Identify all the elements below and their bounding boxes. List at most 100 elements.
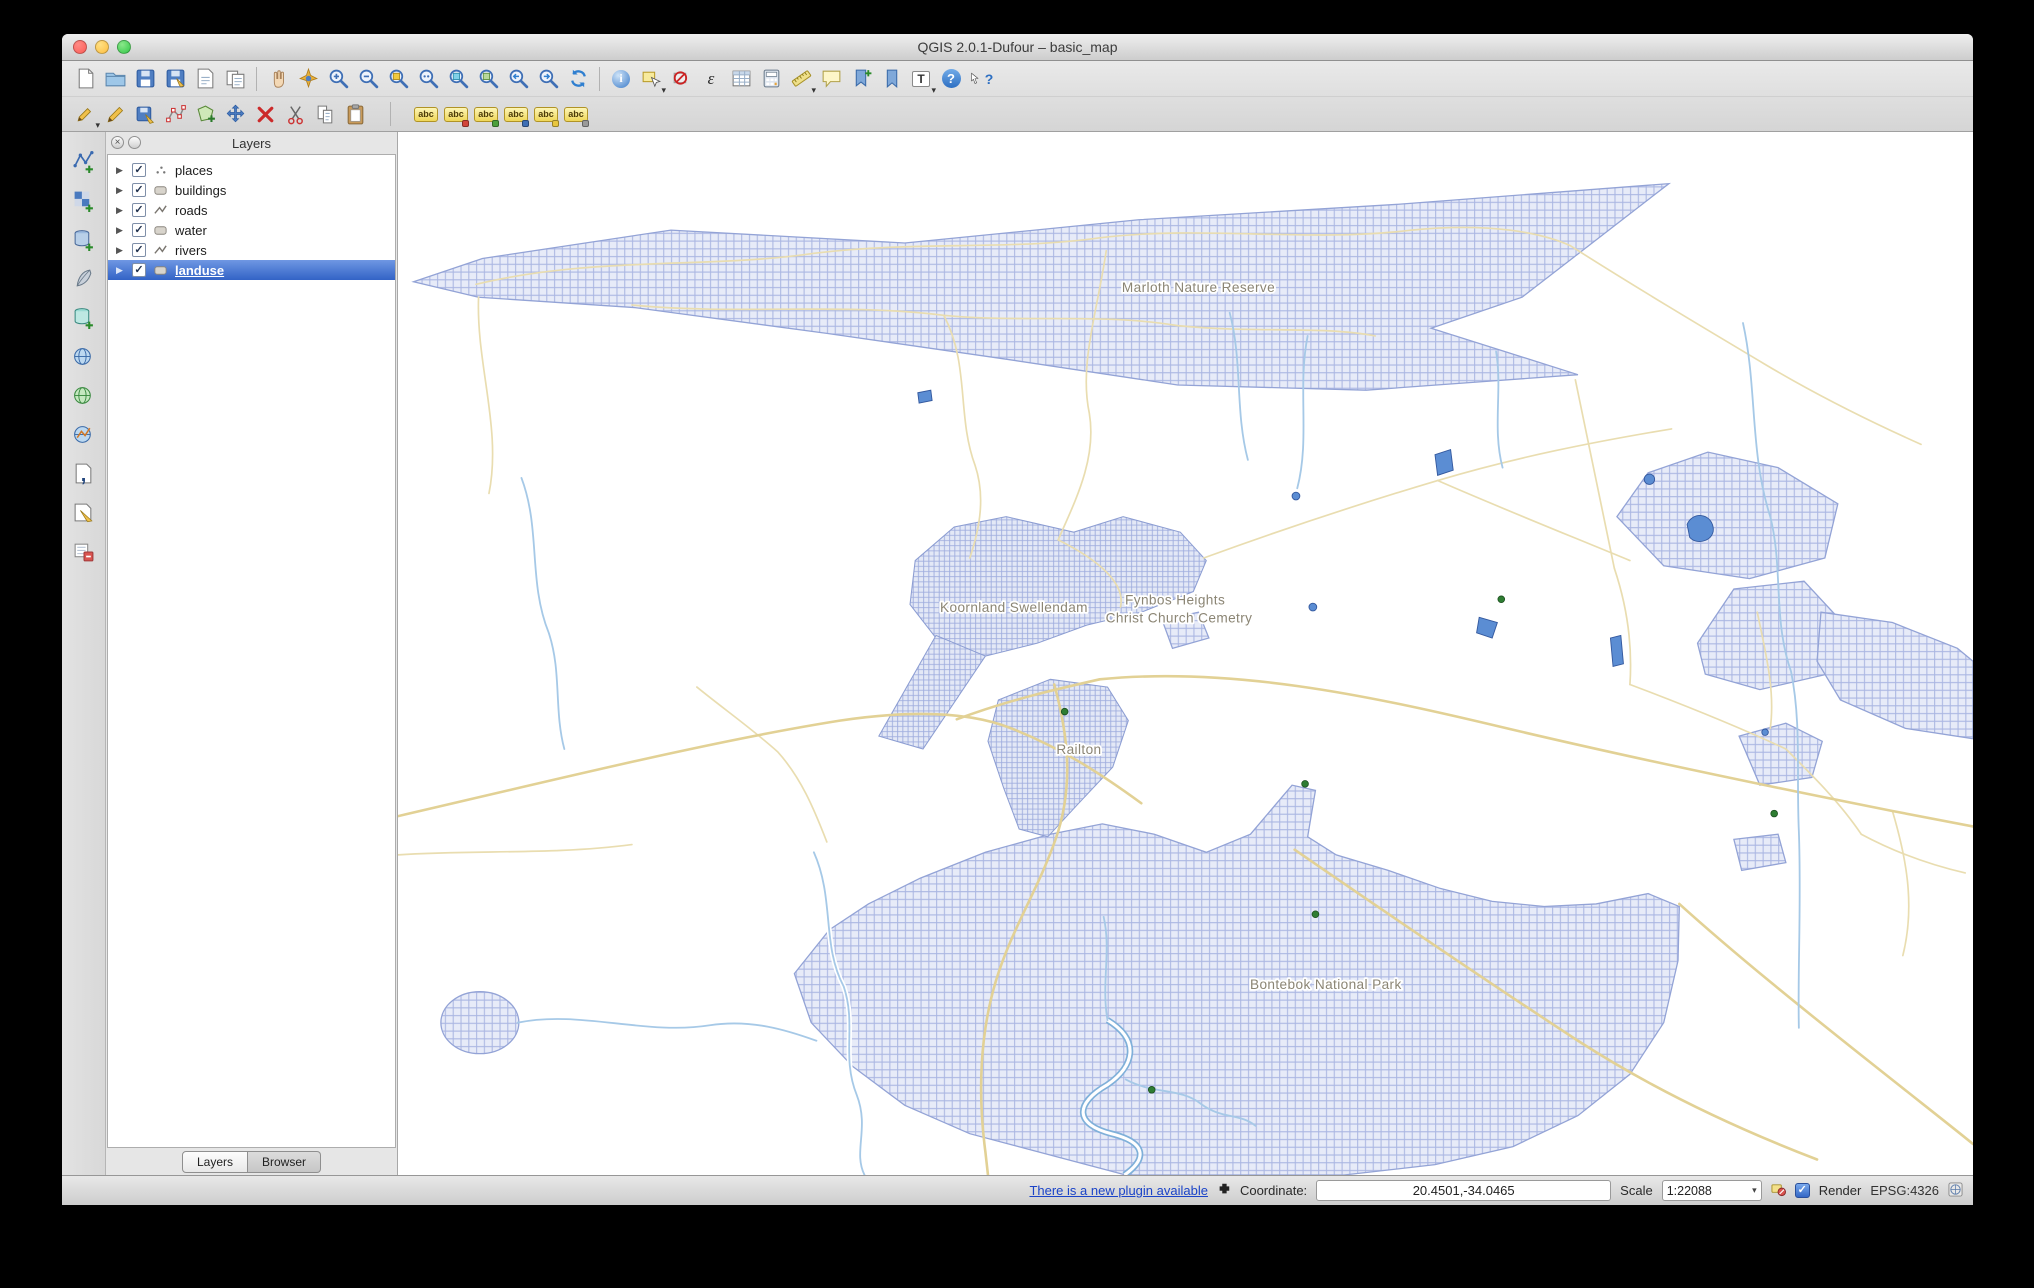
save-project-icon[interactable] [130,64,160,94]
layer-checkbox[interactable]: ✓ [132,163,146,177]
attribute-table-icon[interactable] [726,64,756,94]
layer-row-water[interactable]: ▶ ✓ water [108,220,395,240]
text-annotation-icon[interactable]: T ▾ [906,64,936,95]
panel-close-icon[interactable]: × [111,136,124,149]
label-properties-icon[interactable]: abc [561,99,591,129]
zoom-window-button[interactable] [117,40,131,54]
plugin-icon[interactable] [1217,1182,1231,1199]
new-shapefile-layer-icon[interactable] [69,497,99,527]
expand-arrow-icon[interactable]: ▶ [116,265,126,276]
add-wcs-layer-icon[interactable] [69,380,99,410]
new-composer-icon[interactable] [190,64,220,94]
save-project-as-icon[interactable] [160,64,190,94]
zoom-to-selection-icon[interactable] [443,64,473,94]
add-spatialite-layer-icon[interactable] [69,263,99,293]
new-bookmark-icon[interactable] [846,64,876,94]
cut-features-icon[interactable] [280,99,310,129]
coordinate-input[interactable] [1316,1180,1612,1201]
zoom-last-icon[interactable] [503,64,533,94]
layer-checkbox[interactable]: ✓ [132,223,146,237]
measure-icon[interactable]: ▾ [786,64,816,95]
layer-row-rivers[interactable]: ▶ ✓ rivers [108,240,395,260]
label-rotate-icon[interactable]: abc [531,99,561,129]
toggle-editing-icon[interactable] [100,99,130,129]
label-move-icon[interactable]: abc [501,99,531,129]
label-show-hide-icon[interactable]: abc [471,99,501,129]
current-edits-icon[interactable]: ▾ [70,99,100,130]
select-features-icon[interactable]: ▾ [636,64,666,95]
panel-detach-icon[interactable] [128,136,141,149]
deselect-features-icon[interactable] [666,64,696,94]
help-icon[interactable]: ? [936,64,966,94]
expand-arrow-icon[interactable]: ▶ [116,225,126,236]
add-postgis-layer-icon[interactable] [69,224,99,254]
field-calculator-icon[interactable] [756,64,786,94]
landuse-northeast-2 [1696,580,1836,691]
zoom-in-icon[interactable] [323,64,353,94]
zoom-next-icon[interactable] [533,64,563,94]
layer-row-roads[interactable]: ▶ ✓ roads [108,200,395,220]
add-wfs-layer-icon[interactable] [69,419,99,449]
add-wms-layer-icon[interactable] [69,341,99,371]
move-feature-icon[interactable] [220,99,250,129]
select-by-expression-icon[interactable]: ε [696,64,726,94]
show-bookmarks-icon[interactable] [876,64,906,94]
add-vector-layer-icon[interactable] [69,146,99,176]
layer-checkbox[interactable]: ✓ [132,183,146,197]
layer-row-places[interactable]: ▶ ✓ places [108,160,395,180]
layer-checkbox[interactable]: ✓ [132,203,146,217]
render-suspend-icon[interactable] [1771,1182,1786,1200]
scale-combo[interactable]: 1:22088 ▾ [1661,1180,1762,1201]
add-feature-icon[interactable] [190,99,220,129]
new-project-icon[interactable] [70,64,100,94]
pan-map-icon[interactable] [263,64,293,94]
layer-row-landuse[interactable]: ▶ ✓ landuse [108,260,395,280]
zoom-to-layer-icon[interactable] [473,64,503,94]
layer-checkbox[interactable]: ✓ [132,263,146,277]
expand-arrow-icon[interactable]: ▶ [116,245,126,256]
delete-selected-icon[interactable] [250,99,280,129]
refresh-icon[interactable] [563,64,593,94]
touch-zoom-icon[interactable] [293,64,323,94]
expand-arrow-icon[interactable]: ▶ [116,165,126,176]
copy-features-icon[interactable] [310,99,340,129]
road-track [398,843,633,856]
map-tips-icon[interactable] [816,64,846,94]
expand-arrow-icon[interactable]: ▶ [116,205,126,216]
layer-label: landuse [175,262,225,278]
layer-label: roads [175,202,208,218]
composer-manager-icon[interactable] [220,64,250,94]
add-raster-layer-icon[interactable] [69,185,99,215]
water-polygon [1609,634,1624,667]
remove-layer-icon[interactable] [69,536,99,566]
titlebar[interactable]: QGIS 2.0.1-Dufour – basic_map [62,34,1973,61]
whats-this-icon[interactable]: ? [966,64,996,94]
map-canvas[interactable]: Marloth Nature Reserve Koornland Swellen… [398,132,1973,1175]
place-point [1301,780,1309,788]
plugin-available-link[interactable]: There is a new plugin available [1029,1183,1208,1198]
zoom-out-icon[interactable] [353,64,383,94]
water-polygon [1686,515,1714,542]
label-add-icon[interactable]: abc [441,99,471,129]
labeling-icon[interactable]: abc [411,99,441,129]
save-layer-edits-icon[interactable] [130,99,160,129]
zoom-full-icon[interactable] [383,64,413,94]
tab-browser[interactable]: Browser [248,1150,322,1173]
tab-layers[interactable]: Layers [181,1150,248,1173]
expand-arrow-icon[interactable]: ▶ [116,185,126,196]
identify-icon[interactable]: i [606,64,636,94]
layer-row-buildings[interactable]: ▶ ✓ buildings [108,180,395,200]
open-project-icon[interactable] [100,64,130,94]
render-checkbox[interactable]: ✓ [1794,1183,1810,1198]
add-mssql-layer-icon[interactable] [69,302,99,332]
layer-checkbox[interactable]: ✓ [132,243,146,257]
zoom-native-icon[interactable] [413,64,443,94]
water-polygon [1291,491,1301,501]
crs-status-icon[interactable] [1948,1181,1963,1200]
node-tool-icon[interactable] [160,99,190,129]
close-window-button[interactable] [73,40,87,54]
add-delimited-text-layer-icon[interactable]: , [69,458,99,488]
paste-features-icon[interactable] [340,99,370,129]
minimize-window-button[interactable] [95,40,109,54]
layer-label: water [175,222,207,238]
